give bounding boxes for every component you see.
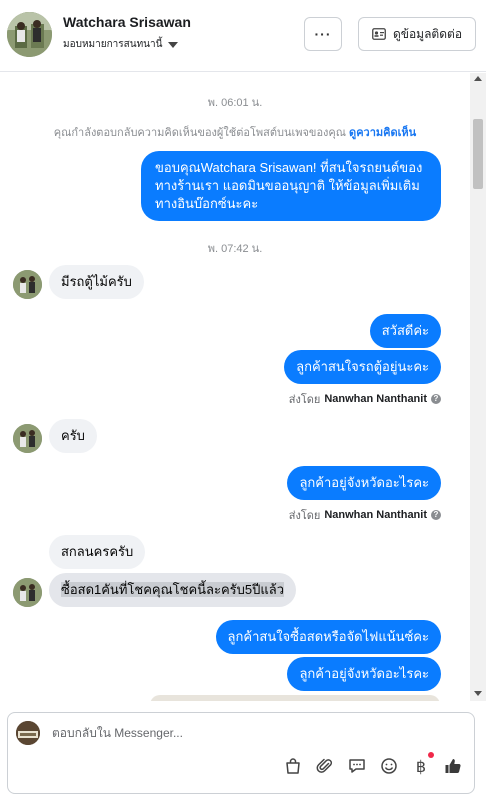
outgoing-message[interactable]: ลูกค้าสนใจรถตู้อยู่นะคะ [284,350,441,384]
conversation-header: Watchara Srisawan มอบหมายการสนทนานี้ ···… [0,0,486,72]
message-composer: ฿ [7,712,475,794]
scroll-thumb[interactable] [473,119,483,189]
contact-avatar-small[interactable] [13,270,42,299]
outgoing-message[interactable]: ลูกค้าสนใจซื้อสดหรือจัดไฟแน้นซ์คะ [215,620,441,654]
contact-avatar-small[interactable] [13,578,42,607]
like-button[interactable] [442,755,464,777]
context-text: คุณกำลังตอบกลับความคิดเห็นของผู้ใช้ต่อโพ… [53,127,346,139]
more-icon: ··· [314,26,332,42]
paperclip-icon [316,758,333,773]
scroll-down-arrow-icon[interactable] [474,691,482,696]
message-thread[interactable]: พ. 06:01 น. คุณกำลังตอบกลับความคิดเห็นขอ… [0,73,470,701]
sent-by-name: Nanwhan Nanthanit [324,509,427,521]
outgoing-message[interactable]: ขอบคุณWatchara Srisawan! ที่สนใจรถยนต์ขอ… [141,151,441,221]
sent-by-label: ส่งโดย Nanwhan Nanthanit ? [289,506,441,524]
chat-scrollbar[interactable] [470,73,486,701]
sent-by-prefix: ส่งโดย [288,394,321,406]
info-icon[interactable]: ? [431,394,441,404]
caret-down-icon [168,42,179,48]
assign-conversation-dropdown[interactable]: มอบหมายการสนทนานี้ [63,37,179,52]
incoming-message[interactable]: ครับ [49,419,97,453]
image-attachment[interactable] [150,695,440,701]
reply-input[interactable] [52,726,452,740]
contact-name[interactable]: Watchara Srisawan [63,14,191,30]
outgoing-message[interactable]: ลูกค้าอยู่จังหวัดอะไรคะ [287,466,441,500]
outgoing-message[interactable]: ลูกค้าอยู่จังหวัดอะไรคะ [287,657,441,691]
composer-toolbar: ฿ [282,752,464,777]
sent-by-label: ส่งโดย Nanwhan Nanthanit ? [289,390,441,408]
sent-by-name: Nanwhan Nanthanit [324,393,427,405]
chat-bubble-icon [349,759,365,773]
outgoing-message[interactable]: สวัสดีค่ะ [369,314,441,348]
timestamp: พ. 07:42 น. [207,243,263,255]
baht-icon: ฿ [415,756,427,776]
reply-context-notice: คุณกำลังตอบกลับความคิดเห็นของผู้ใช้ต่อโพ… [0,123,470,141]
view-contact-button[interactable]: ดูข้อมูลติดต่อ [358,17,476,51]
timestamp: พ. 06:01 น. [207,97,263,109]
thumbs-up-icon [445,759,461,774]
incoming-message[interactable]: สกลนครครับ [49,535,146,569]
incoming-message-highlighted[interactable]: ซื้อสด1คันที่โชคคุณโชคนี้ละครับ5ปีแล้ว [49,573,297,607]
shop-bag-button[interactable] [282,755,304,777]
scroll-up-arrow-icon[interactable] [474,76,482,81]
contact-card-icon [372,28,386,40]
contact-avatar-small[interactable] [13,424,42,453]
more-options-button[interactable]: ··· [304,17,342,51]
highlighted-text: ซื้อสด1คันที่โชคคุณโชคนี้ละครับ5ปีแล้ว [61,582,285,597]
view-comment-link[interactable]: ดูความคิดเห็น [349,127,416,139]
assign-label: มอบหมายการสนทนานี้ [63,39,163,50]
attach-button[interactable] [314,755,336,777]
sent-by-prefix: ส่งโดย [288,510,321,522]
emoji-button[interactable] [378,755,400,777]
info-icon[interactable]: ? [431,510,441,520]
incoming-message[interactable]: มีรถตู้ไม้ครับ [49,265,144,299]
page-avatar [16,721,40,745]
saved-replies-button[interactable] [346,755,368,777]
emoji-icon [381,758,397,774]
payment-button[interactable]: ฿ [410,752,434,777]
notification-dot [428,752,434,758]
shopping-bag-icon [286,758,300,774]
view-contact-label: ดูข้อมูลติดต่อ [392,26,463,41]
contact-avatar[interactable] [7,12,52,57]
